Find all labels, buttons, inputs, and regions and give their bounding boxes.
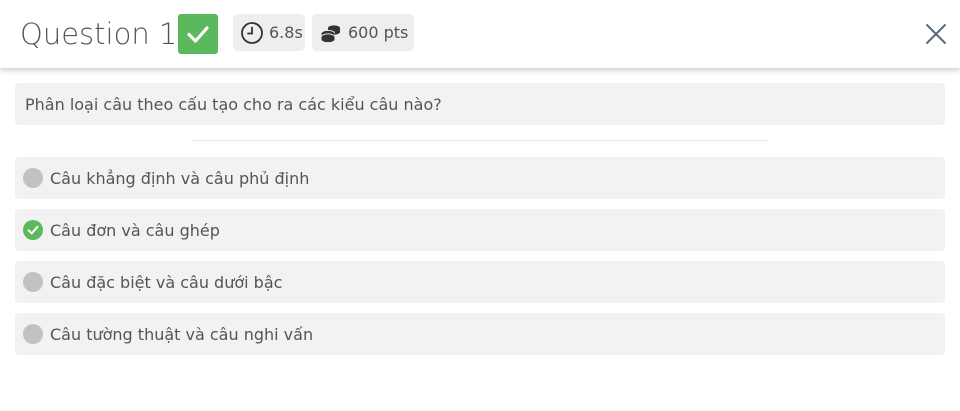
clock-icon [240, 21, 264, 45]
divider [193, 140, 768, 141]
question-header: Question 1 6.8s 600 pts [0, 0, 960, 68]
answer-option[interactable]: Câu đặc biệt và câu dưới bậc [15, 261, 945, 303]
question-text-box: Phân loại câu theo cấu tạo cho ra các ki… [15, 83, 945, 125]
points-badge: 600 pts [312, 14, 414, 51]
answer-option[interactable]: Câu khẳng định và câu phủ định [15, 157, 945, 199]
question-text: Phân loại câu theo cấu tạo cho ra các ki… [25, 94, 442, 114]
correct-status-badge [178, 14, 218, 54]
answer-option-label: Câu đặc biệt và câu dưới bậc [50, 272, 283, 292]
close-button[interactable] [922, 20, 950, 48]
coins-icon [319, 21, 343, 45]
points-value: 600 pts [348, 23, 409, 42]
circle-icon [23, 168, 43, 188]
answer-option-label: Câu đơn và câu ghép [50, 220, 220, 240]
answer-option-label: Câu tường thuật và câu nghi vấn [50, 324, 314, 344]
answer-option-correct[interactable]: Câu đơn và câu ghép [15, 209, 945, 251]
close-icon [926, 24, 946, 44]
answer-option[interactable]: Câu tường thuật và câu nghi vấn [15, 313, 945, 355]
question-title: Question 1 [20, 17, 178, 51]
time-value: 6.8s [269, 23, 303, 42]
circle-icon [23, 272, 43, 292]
check-circle-icon [23, 220, 43, 240]
check-icon [187, 26, 209, 43]
time-badge: 6.8s [233, 14, 305, 51]
circle-icon [23, 324, 43, 344]
answer-option-label: Câu khẳng định và câu phủ định [50, 168, 310, 188]
